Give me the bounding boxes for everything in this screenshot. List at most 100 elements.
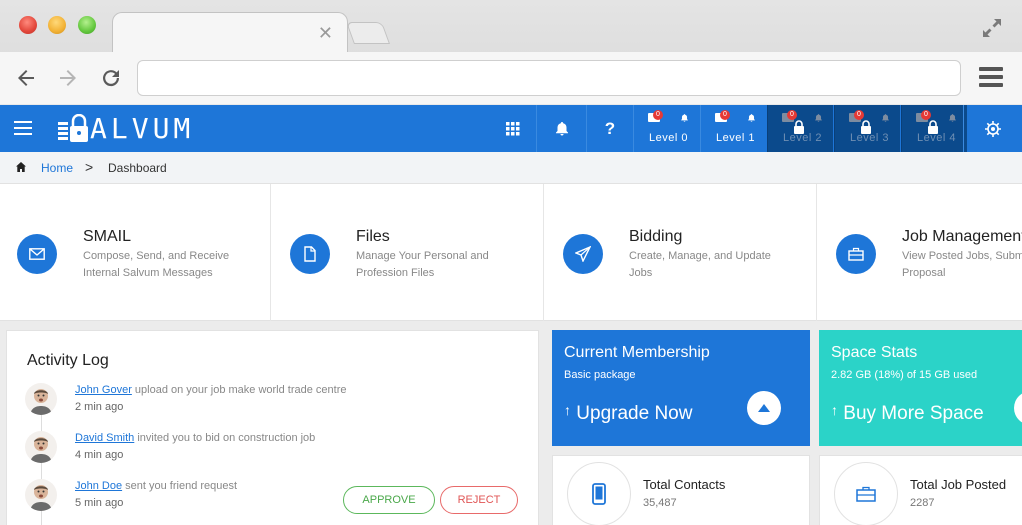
- activity-text: David Smith invited you to bid on constr…: [75, 432, 315, 444]
- bell-icon: [681, 114, 688, 122]
- level-label: Level 4: [917, 132, 956, 144]
- upgrade-button[interactable]: [747, 391, 781, 425]
- activity-description: sent you friend request: [122, 480, 238, 492]
- caret-up-icon: [758, 404, 770, 412]
- settings-button[interactable]: [963, 105, 1022, 152]
- phone-icon: [567, 462, 631, 525]
- membership-title: Current Membership: [564, 344, 710, 361]
- quick-link-job-management[interactable]: Job Management View Posted Jobs, Submit …: [819, 184, 1022, 321]
- total-job-posted-value: 2287: [910, 497, 935, 509]
- activity-item: David Smith invited you to bid on constr…: [25, 431, 525, 471]
- level-4-button[interactable]: 0 Level 4: [901, 105, 967, 152]
- back-arrow-icon[interactable]: [14, 66, 38, 90]
- bell-icon: [882, 114, 889, 122]
- bell-icon: [949, 114, 956, 122]
- activity-user-link[interactable]: David Smith: [75, 432, 134, 444]
- membership-package: Basic package: [564, 369, 636, 381]
- buy-more-space-link[interactable]: ↑ Buy More Space: [831, 402, 984, 425]
- total-job-posted-title: Total Job Posted: [910, 477, 1007, 492]
- home-icon[interactable]: [16, 162, 26, 172]
- space-usage: 2.82 GB (18%) of 15 GB used: [831, 369, 978, 381]
- briefcase-icon: [836, 234, 876, 274]
- buy-space-button[interactable]: [1014, 391, 1022, 425]
- browser-chrome: ✕: [0, 0, 1022, 104]
- gear-icon: [985, 120, 1001, 137]
- activity-time: 4 min ago: [75, 449, 124, 461]
- quick-link-files[interactable]: Files Manage Your Personal and Professio…: [273, 184, 544, 321]
- mail-badge: 0: [720, 110, 730, 120]
- reload-icon[interactable]: [99, 66, 123, 90]
- total-contacts-value: 35,487: [643, 497, 677, 509]
- avatar: [25, 479, 57, 511]
- bell-icon: [815, 114, 822, 122]
- envelope-icon: [17, 234, 57, 274]
- tab-close-icon[interactable]: ✕: [318, 23, 333, 44]
- level-0-button[interactable]: 0 Level 0: [633, 105, 699, 152]
- arrow-up-icon: ↑: [564, 402, 571, 418]
- activity-log-title: Activity Log: [27, 352, 109, 369]
- upgrade-now-label: Upgrade Now: [576, 403, 693, 424]
- activity-time: 5 min ago: [75, 497, 124, 509]
- mail-badge: 0: [921, 110, 931, 120]
- quick-link-desc: View Posted Jobs, Submit Proposal: [902, 250, 1022, 279]
- minimize-window-button[interactable]: [48, 16, 66, 34]
- space-stats-title: Space Stats: [831, 344, 918, 361]
- mail-badge: 0: [787, 110, 797, 120]
- breadcrumb: Home > Dashboard: [0, 152, 1022, 184]
- quick-link-desc: Create, Manage, and Update Jobs: [629, 250, 771, 279]
- arrow-up-icon: ↑: [831, 402, 838, 418]
- approve-button[interactable]: APPROVE: [343, 486, 435, 514]
- level-label: Level 3: [850, 132, 889, 144]
- membership-card: Current Membership Basic package ↑ Upgra…: [552, 330, 810, 446]
- quick-link-bidding[interactable]: Bidding Create, Manage, and Update Jobs: [546, 184, 817, 321]
- quick-link-desc: Manage Your Personal and Profession File…: [356, 250, 489, 279]
- address-bar[interactable]: [137, 60, 961, 96]
- total-job-posted-card: Total Job Posted 2287: [819, 455, 1022, 525]
- quick-link-title: Bidding: [629, 228, 683, 245]
- salvum-logo-icon: [58, 114, 88, 142]
- browser-tab[interactable]: ✕: [112, 12, 348, 52]
- activity-user-link[interactable]: John Doe: [75, 480, 122, 492]
- reject-button[interactable]: REJECT: [440, 486, 518, 514]
- activity-log-panel: Activity Log John Gover upload on your j…: [6, 330, 539, 525]
- activity-time: 2 min ago: [75, 401, 124, 413]
- avatar: [25, 431, 57, 463]
- bell-icon: [748, 114, 755, 122]
- paper-plane-icon: [563, 234, 603, 274]
- quick-link-desc: Compose, Send, and Receive Internal Salv…: [83, 250, 230, 279]
- quick-link-title: Job Management: [902, 228, 1022, 245]
- level-label: Level 1: [716, 132, 755, 144]
- level-1-button[interactable]: 0 Level 1: [700, 105, 766, 152]
- level-2-button[interactable]: 0 Level 2: [767, 105, 833, 152]
- mail-badge: 0: [854, 110, 864, 120]
- forward-arrow-icon[interactable]: [56, 66, 80, 90]
- briefcase-icon: [834, 462, 898, 525]
- maximize-window-button[interactable]: [78, 16, 96, 34]
- level-3-button[interactable]: 0 Level 3: [834, 105, 900, 152]
- bell-icon: [555, 121, 568, 135]
- quick-link-smail[interactable]: SMAIL Compose, Send, and Receive Interna…: [0, 184, 271, 321]
- close-window-button[interactable]: [19, 16, 37, 34]
- breadcrumb-home-link[interactable]: Home: [41, 161, 73, 175]
- notifications-button[interactable]: [536, 105, 586, 152]
- mail-badge: 0: [653, 110, 663, 120]
- grid-icon: [505, 121, 519, 135]
- quick-link-title: Files: [356, 228, 390, 245]
- fullscreen-icon[interactable]: [980, 16, 1004, 40]
- menu-icon[interactable]: [14, 121, 32, 135]
- browser-menu-icon[interactable]: [979, 67, 1003, 87]
- app-header: ALVUM ? 0 Level 0 0 Level 1 0 Level 2 0 Level 3…: [0, 105, 1022, 152]
- apps-grid-button[interactable]: [489, 105, 536, 152]
- help-button[interactable]: ?: [586, 105, 633, 152]
- space-stats-card: Space Stats 2.82 GB (18%) of 15 GB used …: [819, 330, 1022, 446]
- level-label: Level 0: [649, 132, 688, 144]
- buy-more-space-label: Buy More Space: [843, 403, 984, 424]
- activity-description: upload on your job make world trade cent…: [131, 384, 347, 396]
- activity-user-link[interactable]: John Gover: [75, 384, 132, 396]
- activity-description: invited you to bid on construction job: [134, 432, 316, 444]
- quick-links-bar: SMAIL Compose, Send, and Receive Interna…: [0, 184, 1022, 321]
- breadcrumb-separator: >: [85, 159, 94, 175]
- new-tab-button[interactable]: [345, 22, 391, 44]
- upgrade-now-link[interactable]: ↑ Upgrade Now: [564, 402, 692, 425]
- app-logo-text: ALVUM: [90, 112, 195, 145]
